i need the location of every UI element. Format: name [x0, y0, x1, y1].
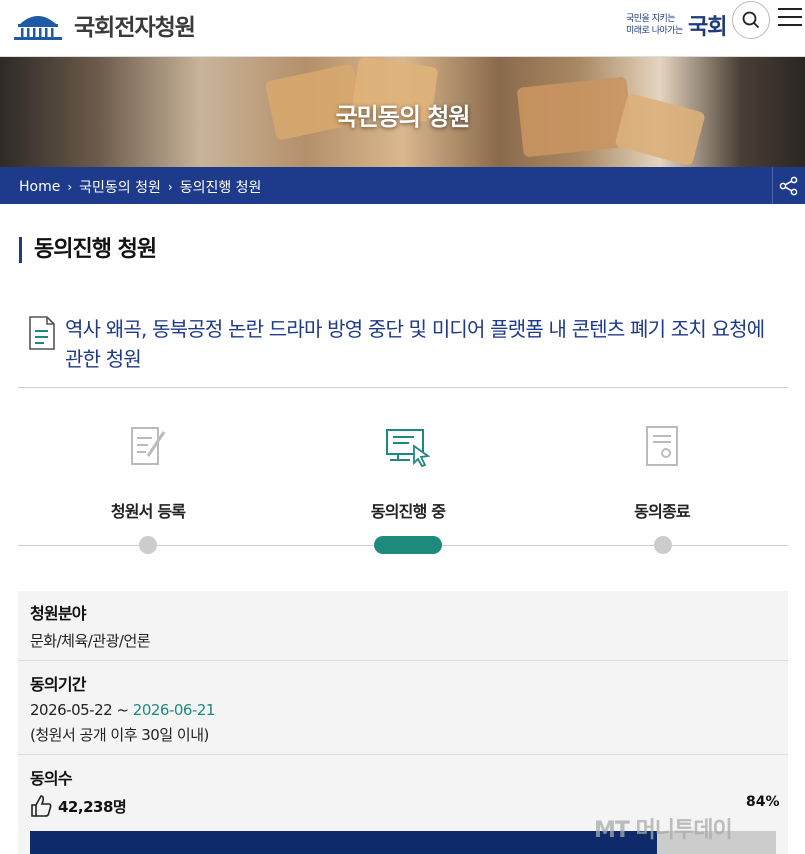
- period-note: (청원서 공개 이후 30일 이내): [30, 726, 209, 744]
- slogan-line2: 미래로 나아가는: [626, 26, 683, 36]
- percent-label: 84%: [746, 794, 780, 810]
- computer-click-icon: [386, 429, 431, 468]
- count-label: 동의수: [30, 769, 73, 788]
- agree-count: 42,238명: [30, 794, 127, 818]
- page-title: 동의진행 청원: [19, 237, 157, 263]
- period-end: 2026-06-21: [132, 701, 216, 719]
- site-title: 국회전자청원: [74, 15, 196, 41]
- document-pen-icon: [131, 427, 166, 465]
- thumbs-up-icon: [31, 795, 52, 817]
- info-row-period: 동의기간 2026-05-22 ~ 2026-06-21 (청원서 공개 이후 …: [18, 661, 788, 755]
- breadcrumb-home[interactable]: Home: [19, 179, 60, 195]
- step-dot-in-progress: [374, 536, 442, 554]
- step-dot-closed: [654, 536, 672, 554]
- chevron-right-icon: ›: [167, 180, 173, 194]
- step-label-in-progress: 동의진행 중: [370, 502, 446, 521]
- share-icon: [779, 176, 798, 195]
- divider: [18, 387, 788, 388]
- breadcrumb-petitions[interactable]: 국민동의 청원: [79, 177, 161, 197]
- search-button[interactable]: [732, 1, 770, 39]
- share-button[interactable]: [772, 167, 805, 204]
- progress-bar-fill: [30, 831, 657, 854]
- watermark: MT 머니투데이: [594, 818, 733, 843]
- certificate-icon: [646, 426, 678, 466]
- document-icon: [29, 316, 55, 350]
- assembly-slogan: 국민을 지키는 미래로 나아가는 국회: [626, 9, 730, 40]
- petition-title: 역사 왜곡, 동북공정 논란 드라마 방영 중단 및 미디어 플랫폼 내 콘텐츠…: [65, 317, 765, 371]
- breadcrumb-current[interactable]: 동의진행 청원: [180, 177, 262, 197]
- step-dot-register: [139, 536, 157, 554]
- period-label: 동의기간: [30, 675, 86, 694]
- field-label: 청원분야: [30, 604, 86, 623]
- period-value: 2026-05-22 ~ 2026-06-21: [30, 701, 215, 719]
- banner-title: 국민동의 청원: [335, 103, 471, 131]
- assembly-building-icon: [14, 16, 62, 40]
- field-value: 문화/체육/관광/언론: [30, 632, 151, 650]
- period-start: 2026-05-22 ~: [30, 701, 133, 719]
- chevron-right-icon: ›: [67, 180, 73, 194]
- site-header: 국회전자청원 국민을 지키는 미래로 나아가는 국회: [0, 0, 805, 57]
- hamburger-menu-icon[interactable]: [778, 8, 802, 30]
- slogan-big: 국회: [688, 15, 727, 40]
- search-icon: [742, 11, 760, 29]
- count-value: 42,238명: [58, 797, 127, 816]
- breadcrumb: Home › 국민동의 청원 › 동의진행 청원: [0, 167, 805, 204]
- step-label-closed: 동의종료: [634, 502, 690, 521]
- step-label-register: 청원서 등록: [110, 502, 186, 521]
- site-logo[interactable]: 국회전자청원: [12, 8, 196, 42]
- info-row-field: 청원분야 문화/체육/관광/언론: [18, 591, 788, 661]
- hero-banner: 국민동의 청원: [0, 57, 805, 167]
